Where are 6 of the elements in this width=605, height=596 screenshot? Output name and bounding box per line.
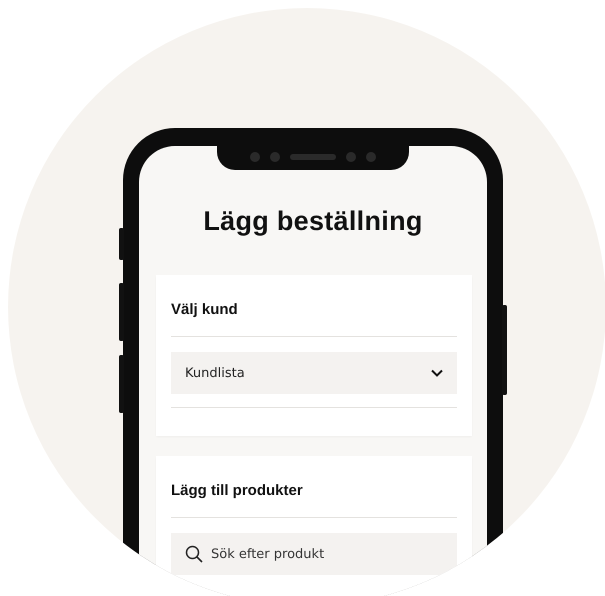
search-field[interactable]: Sök efter produkt xyxy=(171,533,457,575)
chevron-down-icon xyxy=(431,369,443,377)
page-title: Lägg beställning xyxy=(202,206,424,237)
section-heading: Välj kund xyxy=(171,301,239,319)
customer-dropdown[interactable]: Kundlista xyxy=(171,352,457,394)
section-heading: Lägg till produkter xyxy=(171,482,304,500)
